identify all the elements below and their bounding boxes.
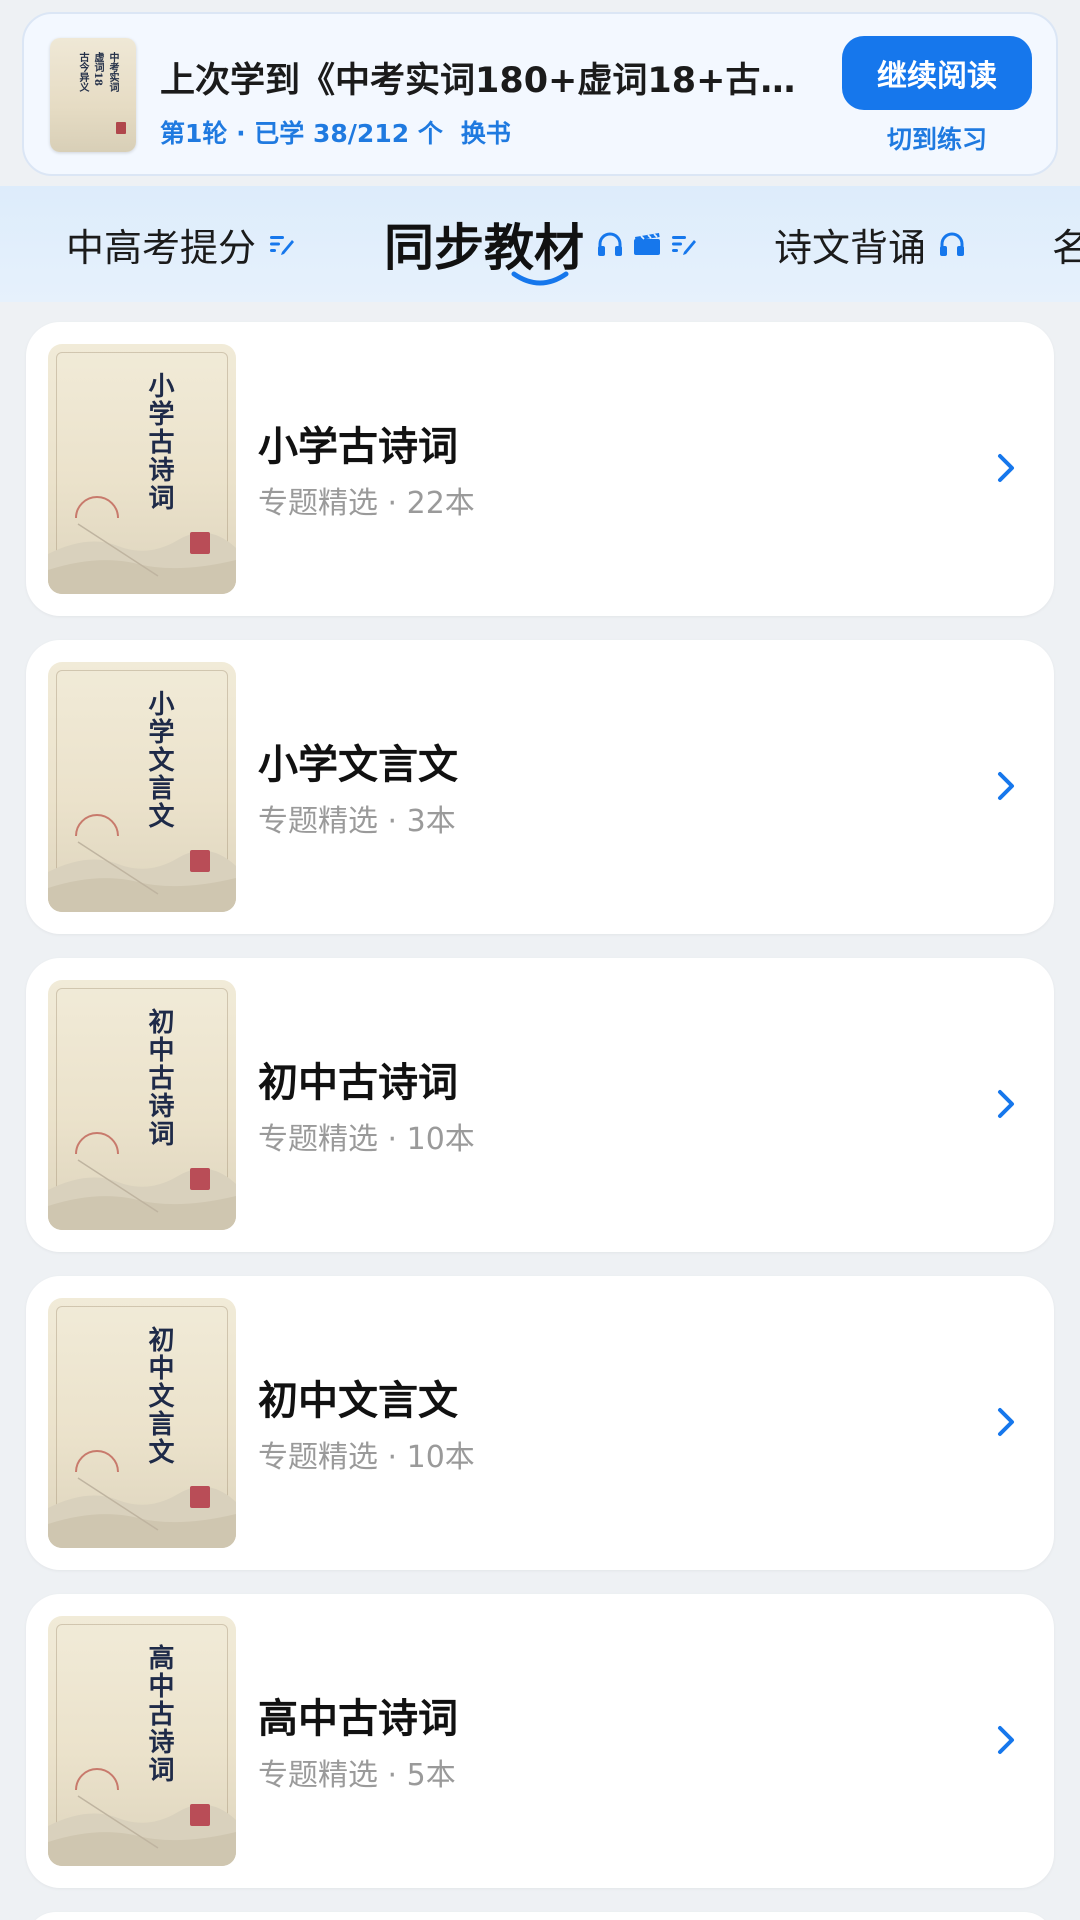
book-title: 初中文言文 xyxy=(258,1378,458,1424)
tab-label: 中高考提分 xyxy=(66,225,257,270)
progress-text: 第1轮 · 已学 38/212 个 xyxy=(160,119,443,148)
seal-stamp xyxy=(190,1804,210,1826)
cover-title: 初中文言文 xyxy=(144,1326,174,1466)
chevron-right-icon xyxy=(998,772,1014,800)
category-tabs: 中高考提分 同步教材 诗文背诵 名 xyxy=(0,186,1080,302)
book-card[interactable]: 小学文言文 小学文言文 专题精选 · 3本 xyxy=(26,640,1054,934)
app-screen: 中考实词 虚词18 古今异义 上次学到《中考实词180+虚词18+古今异义》 第… xyxy=(0,0,1080,1920)
book-title: 初中古诗词 xyxy=(258,1060,458,1106)
book-meta: 专题精选 · 10本 xyxy=(258,1122,475,1157)
chevron-right-icon xyxy=(998,1726,1014,1754)
tab-partial[interactable]: 名 xyxy=(1052,186,1080,302)
continue-reading-button[interactable]: 继续阅读 xyxy=(842,36,1032,110)
seal-stamp xyxy=(190,850,210,872)
book-card[interactable]: 小学古诗词 小学古诗词 专题精选 · 22本 xyxy=(26,322,1054,616)
video-icon xyxy=(634,233,660,255)
book-meta: 专题精选 · 5本 xyxy=(258,1758,456,1793)
cover-text: 古今异义 xyxy=(77,52,88,92)
seal-stamp xyxy=(116,122,126,134)
book-meta: 专题精选 · 22本 xyxy=(258,486,475,521)
tab-exam-boost[interactable]: 中高考提分 xyxy=(66,186,296,302)
seal-stamp xyxy=(190,1486,210,1508)
active-tab-indicator xyxy=(511,271,569,286)
list-icon xyxy=(672,236,696,255)
cover-title: 初中古诗词 xyxy=(144,1008,174,1148)
tab-recitation[interactable]: 诗文背诵 xyxy=(774,186,966,302)
book-title: 小学文言文 xyxy=(258,742,458,788)
headphones-icon xyxy=(940,232,965,256)
book-cover: 初中古诗词 xyxy=(48,980,236,1230)
seal-stamp xyxy=(190,1168,210,1190)
book-card-partial[interactable] xyxy=(26,1912,1054,1920)
book-card[interactable]: 高中古诗词 高中古诗词 专题精选 · 5本 xyxy=(26,1594,1054,1888)
book-title: 小学古诗词 xyxy=(258,424,458,470)
cover-text: 中考实词 xyxy=(107,52,118,92)
cover-text: 虚词18 xyxy=(92,52,103,86)
tab-textbook-sync[interactable]: 同步教材 xyxy=(384,186,698,302)
book-meta: 专题精选 · 10本 xyxy=(258,1440,475,1475)
cover-title: 高中古诗词 xyxy=(144,1644,174,1784)
book-card[interactable]: 初中文言文 初中文言文 专题精选 · 10本 xyxy=(26,1276,1054,1570)
resume-reading-bar[interactable]: 中考实词 虚词18 古今异义 上次学到《中考实词180+虚词18+古今异义》 第… xyxy=(22,12,1058,176)
cover-title: 小学古诗词 xyxy=(144,372,174,512)
book-cover: 小学文言文 xyxy=(48,662,236,912)
cover-title: 小学文言文 xyxy=(144,690,174,830)
resume-title: 上次学到《中考实词180+虚词18+古今异义》 xyxy=(160,61,820,101)
book-card[interactable]: 初中古诗词 初中古诗词 专题精选 · 10本 xyxy=(26,958,1054,1252)
chevron-right-icon xyxy=(998,1408,1014,1436)
chevron-right-icon xyxy=(998,454,1014,482)
current-book-cover[interactable]: 中考实词 虚词18 古今异义 xyxy=(50,38,136,152)
chevron-right-icon xyxy=(998,1090,1014,1118)
book-cover: 高中古诗词 xyxy=(48,1616,236,1866)
resume-progress-line: 第1轮 · 已学 38/212 个换书 xyxy=(160,114,511,150)
switch-book-link[interactable]: 换书 xyxy=(461,119,511,148)
book-title: 高中古诗词 xyxy=(258,1696,458,1742)
book-cover: 初中文言文 xyxy=(48,1298,236,1548)
switch-to-practice-link[interactable]: 切到练习 xyxy=(842,120,1032,156)
book-list: 小学古诗词 小学古诗词 专题精选 · 22本 小学文言文 小学文言文 专题精选 … xyxy=(26,322,1054,1920)
tab-label: 名 xyxy=(1052,225,1080,270)
book-cover: 小学古诗词 xyxy=(48,344,236,594)
headphones-icon xyxy=(598,232,622,256)
book-meta: 专题精选 · 3本 xyxy=(258,804,456,839)
list-icon xyxy=(270,236,295,255)
tab-label: 诗文背诵 xyxy=(774,225,927,270)
seal-stamp xyxy=(190,532,210,554)
